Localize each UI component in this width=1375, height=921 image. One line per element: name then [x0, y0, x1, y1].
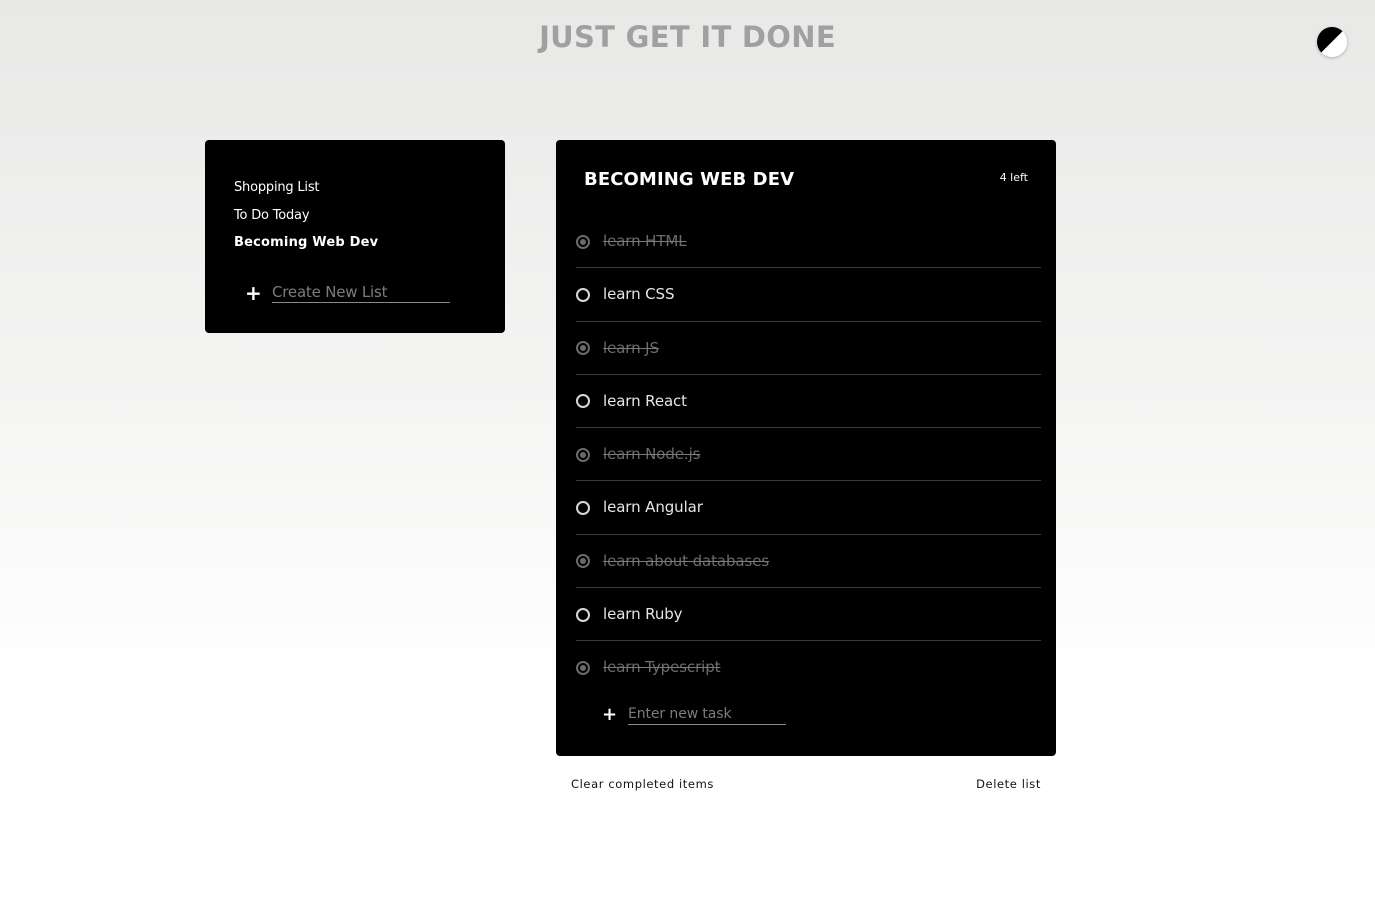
task-label: learn CSS: [603, 285, 675, 304]
task-label: learn Node.js: [603, 445, 701, 464]
checked-radio-icon[interactable]: [576, 234, 590, 249]
add-list-plus-icon[interactable]: +: [245, 283, 272, 303]
footer-actions: Clear completed items Delete list: [571, 776, 1041, 794]
task-label: learn React: [603, 391, 687, 410]
todo-panel: BECOMING WEB DEV 4 left learn HTML learn…: [556, 140, 1056, 756]
checked-radio-icon[interactable]: [576, 341, 590, 356]
list-item-to-do-today[interactable]: To Do Today: [234, 207, 505, 235]
list-menu: Shopping List To Do Today Becoming Web D…: [234, 179, 505, 262]
task-label: learn Angular: [603, 498, 703, 517]
theme-toggle-icon[interactable]: [1317, 27, 1347, 57]
new-task-input[interactable]: [628, 704, 786, 725]
add-task-plus-icon[interactable]: +: [602, 704, 628, 725]
unchecked-radio-icon[interactable]: [576, 500, 590, 515]
task-item[interactable]: learn React: [576, 375, 1041, 429]
new-list-form: +: [245, 282, 450, 303]
checked-radio-icon[interactable]: [576, 554, 590, 569]
new-list-input[interactable]: [272, 282, 450, 303]
list-title: BECOMING WEB DEV: [584, 169, 795, 190]
checked-radio-icon[interactable]: [576, 660, 590, 675]
task-label: learn Typescript: [603, 658, 721, 677]
checked-radio-icon[interactable]: [576, 447, 590, 462]
task-label: learn about databases: [603, 551, 770, 570]
task-label: learn Ruby: [603, 605, 683, 624]
unchecked-radio-icon[interactable]: [576, 394, 590, 409]
list-item-shopping-list[interactable]: Shopping List: [234, 179, 505, 207]
task-item[interactable]: learn HTML: [576, 215, 1041, 269]
app-title: JUST GET IT DONE: [539, 20, 836, 54]
task-item[interactable]: learn CSS: [576, 268, 1041, 322]
task-label: learn HTML: [603, 232, 687, 250]
task-count: 4 left: [999, 171, 1028, 184]
task-item[interactable]: learn Typescript: [576, 641, 1041, 694]
task-item[interactable]: learn JS: [576, 322, 1041, 375]
task-item[interactable]: learn Angular: [576, 481, 1041, 535]
task-list: learn HTML learn CSS learn JS learn Reac…: [576, 215, 1041, 695]
unchecked-radio-icon[interactable]: [576, 607, 590, 622]
task-item[interactable]: learn Node.js: [576, 428, 1041, 482]
unchecked-radio-icon[interactable]: [576, 287, 590, 302]
new-task-form: +: [602, 704, 786, 725]
todo-header: BECOMING WEB DEV 4 left: [584, 168, 1028, 192]
task-label: learn JS: [603, 338, 659, 357]
lists-panel: Shopping List To Do Today Becoming Web D…: [205, 140, 505, 333]
task-item[interactable]: learn Ruby: [576, 588, 1041, 642]
delete-list-button[interactable]: Delete list: [976, 776, 1041, 792]
clear-completed-button[interactable]: Clear completed items: [571, 776, 714, 792]
list-item-becoming-web-dev[interactable]: Becoming Web Dev: [234, 234, 505, 262]
task-item[interactable]: learn about databases: [576, 535, 1041, 589]
